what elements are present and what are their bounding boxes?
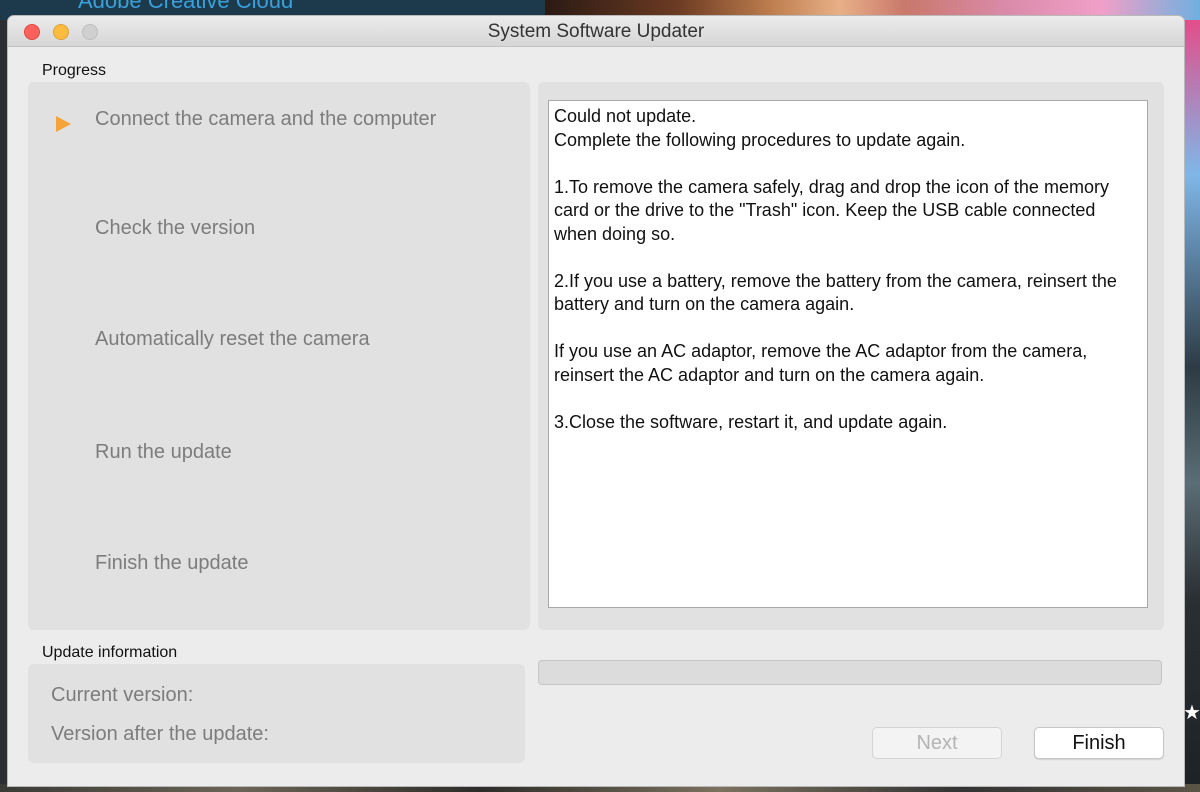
- step-connect: Connect the camera and the computer: [95, 108, 437, 130]
- desktop-background-edge-right: [1183, 20, 1200, 792]
- message-line: Could not update.: [554, 106, 697, 126]
- progress-section-label: Progress: [42, 62, 107, 79]
- updater-window: System Software Updater Progress Connect…: [8, 16, 1184, 786]
- current-step-arrow-icon: [56, 116, 71, 132]
- star-icon: ★: [1183, 702, 1200, 724]
- step-check-version: Check the version: [95, 217, 256, 239]
- update-progress-bar: [538, 660, 1162, 685]
- finish-button[interactable]: Finish: [1034, 727, 1164, 759]
- error-message-box[interactable]: Could not update. Complete the following…: [548, 100, 1148, 608]
- update-info-panel: Current version: Version after the updat…: [28, 664, 525, 763]
- background-app-title: Adobe Creative Cloud: [78, 0, 294, 13]
- message-ac-adaptor: If you use an AC adaptor, remove the AC …: [554, 341, 1088, 385]
- window-title: System Software Updater: [487, 21, 705, 42]
- message-step-1: 1.To remove the camera safely, drag and …: [554, 176, 1109, 244]
- title-bar[interactable]: System Software Updater: [8, 16, 1184, 47]
- update-info-section-label: Update information: [42, 644, 178, 661]
- step-finish-update: Finish the update: [95, 552, 249, 574]
- message-step-3: 3.Close the software, restart it, and up…: [554, 411, 948, 432]
- step-run-update: Run the update: [95, 441, 232, 463]
- message-line: Complete the following procedures to upd…: [554, 129, 966, 150]
- after-version-label: Version after the update:: [51, 723, 269, 745]
- message-panel: Could not update. Complete the following…: [538, 82, 1164, 630]
- progress-steps-panel: Connect the camera and the computer Chec…: [28, 82, 530, 630]
- step-reset-camera: Automatically reset the camera: [95, 328, 370, 350]
- current-version-label: Current version:: [51, 684, 194, 706]
- next-button[interactable]: Next: [872, 727, 1002, 759]
- message-step-2: 2.If you use a battery, remove the batte…: [554, 270, 1117, 315]
